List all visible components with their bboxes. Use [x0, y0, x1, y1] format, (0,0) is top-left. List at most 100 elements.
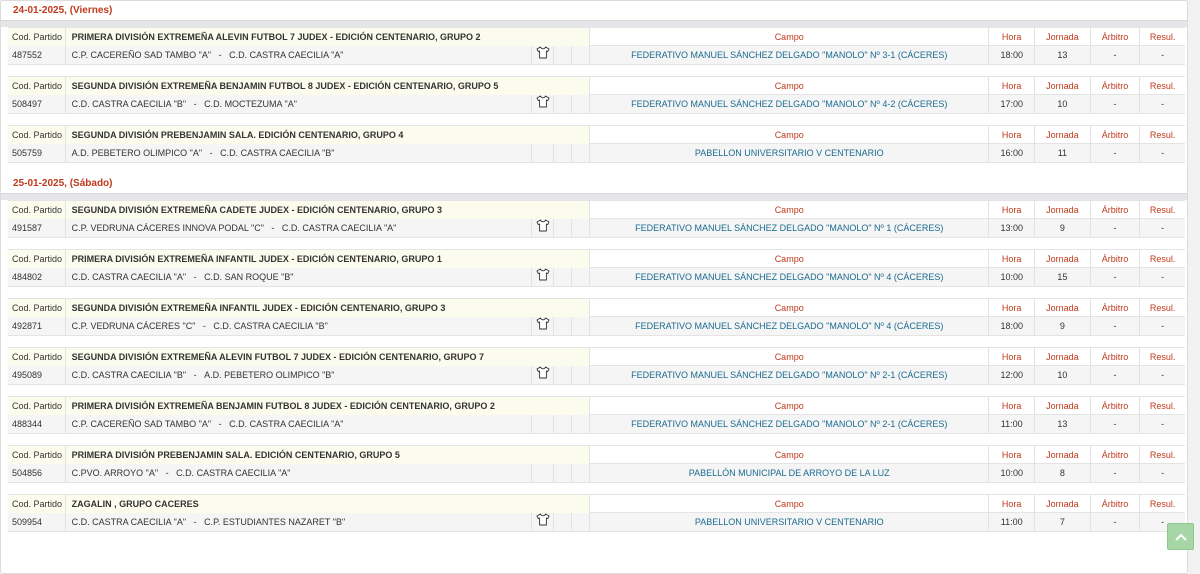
shirt-cell[interactable] — [532, 366, 555, 384]
home-team[interactable]: C.D. CASTRA CAECILIA "A" — [72, 517, 186, 527]
match-resultado: - — [1161, 419, 1165, 429]
jornada-header: Jornada — [1035, 446, 1091, 464]
campo-header: Campo — [590, 299, 990, 317]
home-team[interactable]: C.P. CACEREÑO SAD TAMBO "A" — [72, 50, 211, 60]
away-team[interactable]: A.D. PEBETERO OLIMPICO "B" — [204, 370, 334, 380]
away-team[interactable]: C.D. CASTRA CAECILIA "A" — [282, 223, 396, 233]
match-row: 508497 C.D. CASTRA CAECILIA "B" - C.D. MO… — [8, 95, 1185, 114]
shirt-icon[interactable] — [536, 219, 550, 237]
match-teams[interactable]: C.D. CASTRA CAECILIA "A" - C.D. SAN ROQU… — [66, 268, 533, 286]
competition-name[interactable]: PRIMERA DIVISIÓN EXTREMEÑA INFANTIL JUDE… — [65, 250, 591, 268]
away-team[interactable]: C.D. CASTRA CAECILIA "A" — [176, 468, 290, 478]
match-header-row: Cod. Partido SEGUNDA DIVISIÓN EXTREMEÑA C… — [8, 200, 1185, 219]
match-code: 492871 — [8, 317, 66, 335]
code-header: Cod. Partido — [8, 299, 66, 317]
code-header: Cod. Partido — [8, 250, 66, 268]
match-campo[interactable]: FEDERATIVO MANUEL SÁNCHEZ DELGADO "MANOL… — [590, 268, 990, 286]
match-block: Cod. Partido PRIMERA DIVISIÓN EXTREMEÑA B… — [8, 396, 1185, 434]
home-team[interactable]: C.P. VEDRUNA CÁCERES INNOVA PODAL "C" — [72, 223, 264, 233]
home-team[interactable]: C.P. VEDRUNA CÁCERES "C" — [72, 321, 196, 331]
match-jornada: 13 — [1035, 415, 1091, 433]
match-block: Cod. Partido SEGUNDA DIVISIÓN EXTREMEÑA I… — [8, 298, 1185, 336]
match-jornada: 10 — [1035, 95, 1091, 113]
competition-name[interactable]: SEGUNDA DIVISIÓN EXTREMEÑA INFANTIL JUDE… — [65, 299, 591, 317]
competition-name[interactable]: SEGUNDA DIVISIÓN PREBENJAMIN SALA. EDICI… — [65, 126, 591, 144]
match-teams[interactable]: C.P. VEDRUNA CÁCERES INNOVA PODAL "C" - … — [66, 219, 533, 237]
match-campo[interactable]: PABELLON UNIVERSITARIO V CENTENARIO — [590, 513, 990, 531]
match-campo[interactable]: FEDERATIVO MANUEL SÁNCHEZ DELGADO "MANOL… — [590, 366, 990, 384]
match-hora: 18:00 — [989, 317, 1036, 335]
competition-name[interactable]: PRIMERA DIVISIÓN PREBENJAMIN SALA. EDICI… — [65, 446, 591, 464]
match-resultado: - — [1161, 370, 1165, 380]
jornada-header: Jornada — [1035, 348, 1091, 366]
competition-name[interactable]: ZAGALIN , GRUPO CACERES — [65, 495, 591, 513]
scroll-top-button[interactable] — [1167, 523, 1194, 550]
home-team[interactable]: C.P. CACEREÑO SAD TAMBO "A" — [72, 419, 211, 429]
competition-name[interactable]: SEGUNDA DIVISIÓN EXTREMEÑA BENJAMIN FUTB… — [65, 77, 591, 95]
away-team[interactable]: C.P. ESTUDIANTES NAZARET "B" — [204, 517, 345, 527]
shirt-icon[interactable] — [536, 46, 550, 64]
home-team[interactable]: C.D. CASTRA CAECILIA "B" — [72, 99, 186, 109]
shirt-icon[interactable] — [536, 366, 550, 384]
match-code: 487552 — [8, 46, 66, 64]
away-team[interactable]: C.D. CASTRA CAECILIA "B" — [213, 321, 327, 331]
code-header: Cod. Partido — [8, 126, 66, 144]
campo-header: Campo — [590, 495, 990, 513]
match-teams[interactable]: C.D. CASTRA CAECILIA "A" - C.P. ESTUDIAN… — [66, 513, 533, 531]
match-campo[interactable]: FEDERATIVO MANUEL SÁNCHEZ DELGADO "MANOL… — [590, 415, 990, 433]
match-teams[interactable]: C.D. CASTRA CAECILIA "B" - C.D. MOCTEZUM… — [66, 95, 533, 113]
campo-header: Campo — [590, 28, 990, 46]
match-teams[interactable]: C.P. CACEREÑO SAD TAMBO "A" - C.D. CASTR… — [66, 415, 533, 433]
shirt-cell[interactable] — [532, 317, 555, 335]
home-team[interactable]: A.D. PEBETERO OLIMPICO "A" — [72, 148, 202, 158]
shirt-cell[interactable] — [532, 219, 555, 237]
shirt-icon[interactable] — [536, 268, 550, 286]
shirt-icon[interactable] — [536, 95, 550, 113]
away-team[interactable]: C.D. MOCTEZUMA "A" — [204, 99, 297, 109]
match-teams[interactable]: A.D. PEBETERO OLIMPICO "A" - C.D. CASTRA… — [66, 144, 533, 162]
jornada-header: Jornada — [1035, 495, 1091, 513]
match-resultado: - — [1161, 468, 1165, 478]
shirt-icon[interactable] — [536, 513, 550, 531]
match-campo[interactable]: FEDERATIVO MANUEL SÁNCHEZ DELGADO "MANOL… — [590, 219, 990, 237]
match-campo[interactable]: FEDERATIVO MANUEL SÁNCHEZ DELGADO "MANOL… — [590, 317, 990, 335]
team-separator: - — [263, 223, 282, 233]
away-team[interactable]: C.D. CASTRA CAECILIA "A" — [229, 50, 343, 60]
competition-name[interactable]: SEGUNDA DIVISIÓN EXTREMEÑA CADETE JUDEX … — [65, 201, 591, 219]
team-separator: - — [186, 517, 205, 527]
resul-header: Resul. — [1149, 130, 1176, 140]
team-separator: - — [202, 148, 221, 158]
match-teams[interactable]: C.P. CACEREÑO SAD TAMBO "A" - C.D. CASTR… — [66, 46, 533, 64]
shirt-cell[interactable] — [532, 46, 555, 64]
match-block: Cod. Partido PRIMERA DIVISIÓN EXTREMEÑA A… — [8, 27, 1185, 65]
competition-name[interactable]: SEGUNDA DIVISIÓN EXTREMEÑA ALEVIN FUTBOL… — [65, 348, 591, 366]
match-campo[interactable]: PABELLON UNIVERSITARIO V CENTENARIO — [590, 144, 990, 162]
match-campo[interactable]: PABELLÓN MUNICIPAL DE ARROYO DE LA LUZ — [590, 464, 990, 482]
shirt-cell[interactable] — [532, 513, 555, 531]
match-gap — [1, 65, 1187, 76]
home-team[interactable]: C.D. CASTRA CAECILIA "A" — [72, 272, 186, 282]
match-code: 495089 — [8, 366, 66, 384]
home-team[interactable]: C.PVO. ARROYO "A" — [72, 468, 158, 478]
home-team[interactable]: C.D. CASTRA CAECILIA "B" — [72, 370, 186, 380]
empty-cell — [572, 513, 591, 531]
campo-header: Campo — [590, 397, 990, 415]
shirt-cell[interactable] — [532, 95, 555, 113]
match-campo[interactable]: FEDERATIVO MANUEL SÁNCHEZ DELGADO "MANOL… — [590, 95, 990, 113]
shirt-icon[interactable] — [536, 317, 550, 335]
competition-name[interactable]: PRIMERA DIVISIÓN EXTREMEÑA ALEVIN FUTBOL… — [65, 28, 591, 46]
away-team[interactable]: C.D. CASTRA CAECILIA "A" — [229, 419, 343, 429]
shirt-cell[interactable] — [532, 268, 555, 286]
match-arbitro: - — [1091, 268, 1141, 286]
competition-name[interactable]: PRIMERA DIVISIÓN EXTREMEÑA BENJAMIN FUTB… — [65, 397, 591, 415]
jornada-header: Jornada — [1035, 201, 1091, 219]
away-team[interactable]: C.D. SAN ROQUE "B" — [204, 272, 293, 282]
match-campo[interactable]: FEDERATIVO MANUEL SÁNCHEZ DELGADO "MANOL… — [590, 46, 990, 64]
arbitro-header: Árbitro — [1091, 348, 1141, 366]
match-teams[interactable]: C.P. VEDRUNA CÁCERES "C" - C.D. CASTRA C… — [66, 317, 533, 335]
away-team[interactable]: C.D. CASTRA CAECILIA "B" — [220, 148, 334, 158]
empty-cell — [554, 144, 573, 162]
match-jornada: 9 — [1035, 317, 1091, 335]
match-teams[interactable]: C.D. CASTRA CAECILIA "B" - A.D. PEBETERO… — [66, 366, 533, 384]
match-teams[interactable]: C.PVO. ARROYO "A" - C.D. CASTRA CAECILIA… — [66, 464, 533, 482]
